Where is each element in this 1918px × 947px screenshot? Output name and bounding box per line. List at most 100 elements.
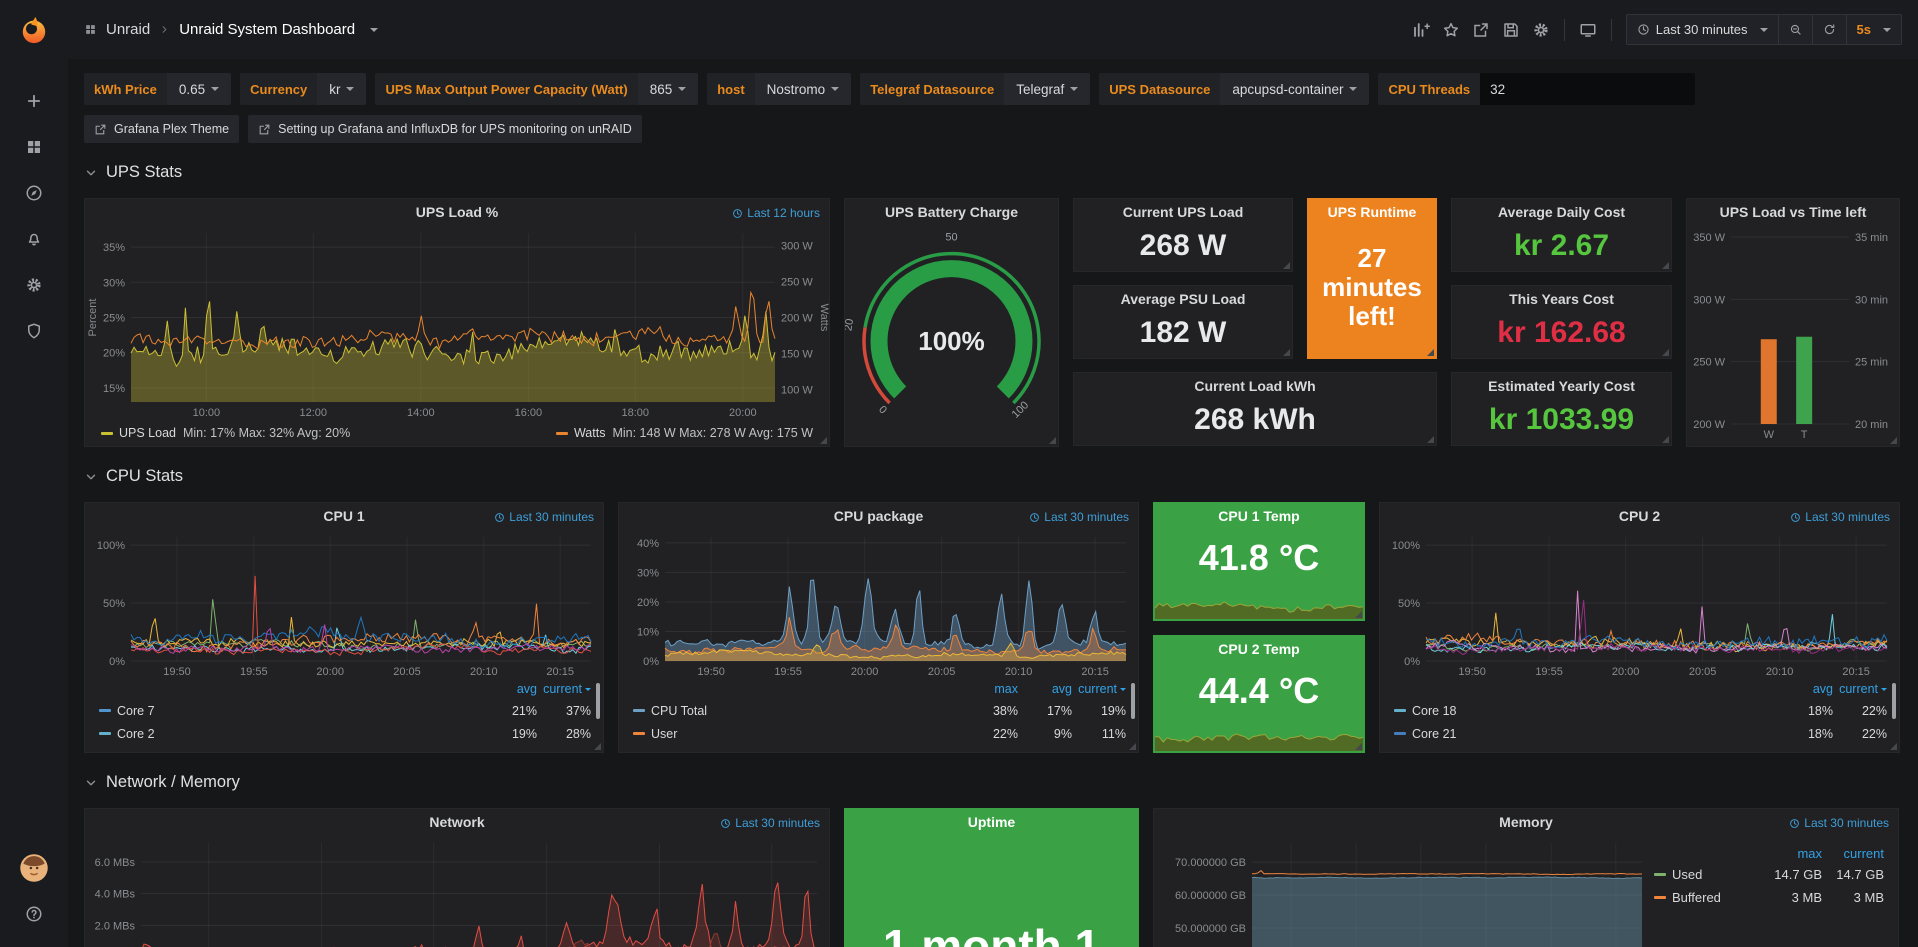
cpu1-temp-sparkline [1155,593,1363,619]
clock-icon [494,512,505,523]
variable-value-dropdown[interactable]: 0.65 [167,73,231,105]
variable-value-dropdown[interactable]: apcupsd-container [1220,73,1369,105]
clock-icon [1790,512,1801,523]
breadcrumb-folder[interactable]: Unraid [106,21,150,38]
legend-series[interactable]: CPU Total [651,704,707,718]
panel-title[interactable]: Average Daily Cost [1452,199,1671,225]
legend-series[interactable]: Buffered [1672,890,1721,905]
panel-title[interactable]: Network [85,809,829,835]
legend-sort-current[interactable]: current [1822,846,1884,861]
save-dashboard-button[interactable] [1496,15,1526,45]
sidebar-item-dashboards[interactable] [0,124,68,170]
memory-chart[interactable]: 50.000000 GB60.000000 GB70.000000 GB19:5… [1154,835,1654,947]
variable-value-dropdown[interactable]: kr [317,73,366,105]
section-cpu-stats[interactable]: CPU Stats [84,467,1902,486]
panel-title[interactable]: Memory [1154,809,1898,835]
sidebar-item-help[interactable] [0,891,68,937]
legend-stats: Min: 17% Max: 32% Avg: 20% [183,426,350,440]
legend-series[interactable]: Used [1672,867,1702,882]
svg-text:50%: 50% [103,598,125,610]
dashboard-settings-button[interactable] [1526,15,1556,45]
time-controls: Last 30 minutes 5s [1626,14,1902,45]
variable-value-dropdown[interactable]: 865 [638,73,699,105]
panel-title[interactable]: UPS Load vs Time left [1687,199,1899,225]
compass-icon [25,184,43,202]
legend-sort-avg[interactable]: avg [1779,682,1833,696]
ups-load-chart[interactable]: 15%20%25%30%35%100 W150 W200 W250 W300 W… [85,225,829,422]
add-panel-button[interactable] [1406,15,1436,45]
panel-title[interactable]: Estimated Yearly Cost [1452,373,1671,399]
svg-text:350 W: 350 W [1693,232,1725,244]
series-swatch [99,732,111,735]
sidebar-item-configuration[interactable] [0,262,68,308]
legend-sort-max[interactable]: max [964,682,1018,696]
section-network-memory[interactable]: Network / Memory [84,773,1902,792]
cycle-view-mode-button[interactable] [1573,15,1603,45]
star-dashboard-button[interactable] [1436,15,1466,45]
refresh-button[interactable] [1812,15,1846,44]
dashboard-title[interactable]: Unraid System Dashboard [179,21,355,38]
legend-series[interactable]: Core 2 [117,727,155,741]
refresh-interval-picker[interactable]: 5s [1846,15,1901,44]
series-swatch [633,732,645,735]
legend-row: CPU Total 38% 17% 19% [633,699,1126,722]
legend-sort-current[interactable]: current [1833,682,1887,696]
stat-value: 1 month 1 [845,835,1138,947]
legend-scrollbar[interactable] [1131,683,1135,719]
legend-scrollbar[interactable] [1892,683,1896,719]
legend-series[interactable]: Core 18 [1412,704,1456,718]
share-icon [1472,21,1490,39]
time-range-picker[interactable]: Last 30 minutes [1627,15,1778,44]
panel-title[interactable]: Uptime [845,809,1138,835]
legend-series-watts[interactable]: Watts [574,426,605,440]
legend-scrollbar[interactable] [596,683,600,719]
legend-series[interactable]: Core 7 [117,704,155,718]
variable-value-dropdown[interactable]: Telegraf [1004,73,1090,105]
title-caret-icon[interactable] [370,28,378,32]
sidebar-item-server-admin[interactable] [0,308,68,354]
panel-title[interactable]: UPS Battery Charge [845,199,1058,225]
panel-ups-runtime: UPS Runtime 27 minutes left! [1307,198,1437,359]
panel-title[interactable]: CPU 2 Temp [1154,636,1364,662]
grafana-logo[interactable] [0,0,68,60]
user-avatar[interactable] [0,845,68,891]
panel-title[interactable]: UPS Load % [85,199,829,225]
legend-sort-current[interactable]: current [537,682,591,696]
legend-series[interactable]: User [651,727,677,741]
panel-current-load-kwh: Current Load kWh 268 kWh [1073,372,1437,446]
dashboard-link-ups-monitoring-guide[interactable]: Setting up Grafana and InfluxDB for UPS … [248,115,642,143]
sidebar-item-alerting[interactable] [0,216,68,262]
share-dashboard-button[interactable] [1466,15,1496,45]
panel-title[interactable]: Current Load kWh [1074,373,1436,399]
sidebar-item-create[interactable] [0,78,68,124]
zoom-out-button[interactable] [1778,15,1812,44]
cpu-threads-input[interactable] [1480,73,1695,105]
divider [1611,19,1612,41]
network-chart[interactable]: 2.0 MBs4.0 MBs6.0 MBs19:5019:5520:0020:0… [85,835,829,947]
cpu2-chart[interactable]: 0%50%100%19:5019:5520:0020:0520:1020:15 [1380,529,1899,679]
panel-title[interactable]: Current UPS Load [1074,199,1292,225]
section-ups-stats[interactable]: UPS Stats [84,163,1902,182]
legend-sort-avg[interactable]: avg [483,682,537,696]
ups-load-vs-time-chart[interactable]: 350 W300 W250 W200 W35 min30 min25 min20… [1687,225,1899,442]
panel-title[interactable]: CPU 1 Temp [1154,503,1364,529]
panel-title[interactable]: This Years Cost [1452,286,1671,312]
panel-title[interactable]: UPS Runtime [1308,199,1436,225]
svg-text:25 min: 25 min [1855,357,1888,369]
external-link-icon [258,123,271,136]
legend-sort-current[interactable]: current [1072,682,1126,696]
dashboard-link-grafana-plex-theme[interactable]: Grafana Plex Theme [84,115,239,143]
legend-series-ups-load[interactable]: UPS Load [119,426,176,440]
sidebar-item-explore[interactable] [0,170,68,216]
panel-title[interactable]: Average PSU Load [1074,286,1292,312]
legend-series[interactable]: Core 21 [1412,727,1456,741]
cpu-package-chart[interactable]: 0%10%20%30%40%19:5019:5520:0020:0520:102… [619,529,1138,679]
variable-value-dropdown[interactable]: Nostromo [755,73,852,105]
legend-stats: Min: 148 W Max: 278 W Avg: 175 W [612,426,813,440]
sidebar-nav [0,78,68,354]
cpu1-chart[interactable]: 0%50%100%19:5019:5520:0020:0520:1020:15 [85,529,603,679]
svg-text:10%: 10% [637,626,659,638]
legend-sort-max[interactable]: max [1768,846,1822,861]
legend-sort-avg[interactable]: avg [1018,682,1072,696]
svg-text:Percent: Percent [87,299,99,337]
